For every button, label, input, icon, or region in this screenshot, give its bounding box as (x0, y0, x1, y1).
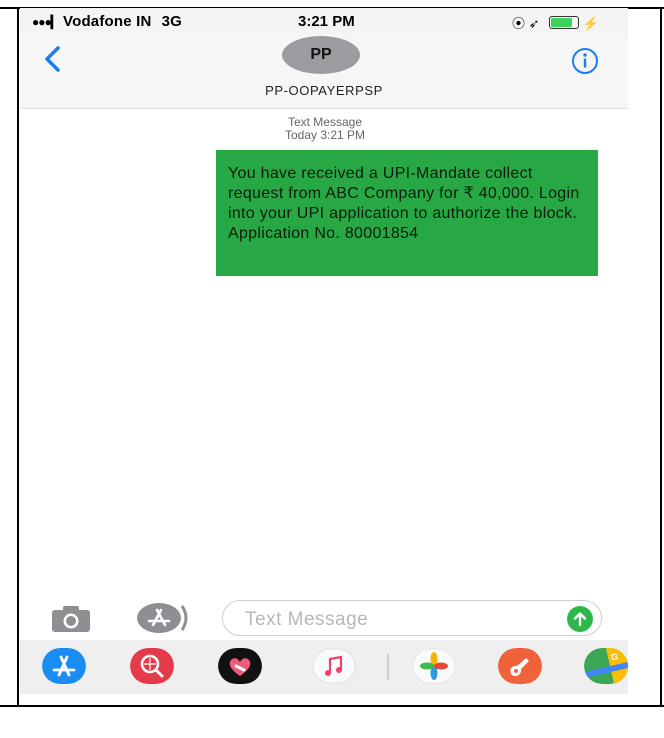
phone-screen: ●●●▎ Vodafone IN 3G 3:21 PM ⦿ ➶ ⚡ PP PP-OO… (20, 8, 628, 694)
message-bubble[interactable]: You have received a UPI-Mandate collect … (216, 150, 598, 276)
status-bar: ●●●▎ Vodafone IN 3G 3:21 PM ⦿ ➶ ⚡ (20, 8, 628, 34)
frame-left (17, 7, 19, 707)
photos-icon[interactable] (412, 648, 456, 684)
message-meta: Text Message Today 3:21 PM (260, 116, 390, 142)
message-input-placeholder: Text Message (245, 609, 369, 630)
search-images-icon[interactable] (130, 648, 174, 684)
frame-right (660, 7, 662, 707)
message-input[interactable]: Text Message (222, 600, 602, 636)
app-store-toggle-icon[interactable] (134, 602, 190, 634)
garageband-icon[interactable] (498, 648, 542, 684)
back-chevron-icon[interactable] (40, 44, 66, 74)
tray-divider (387, 654, 389, 680)
app-drawer: G (20, 640, 628, 694)
arrow-up-icon (573, 612, 587, 627)
digital-touch-icon[interactable] (218, 648, 262, 684)
signal-icon: ●●●▎ (32, 15, 60, 29)
music-icon[interactable] (312, 648, 356, 684)
battery-icon (549, 16, 580, 29)
location-lock-icon: ⦿ ➶ (512, 16, 540, 31)
status-time: 3:21 PM (298, 13, 355, 30)
conversation-header: PP PP-OOPAYERPSP (20, 34, 628, 109)
maps-icon[interactable]: G (584, 648, 628, 684)
camera-icon[interactable] (50, 604, 92, 634)
send-button[interactable] (567, 606, 593, 632)
message-timestamp: Today 3:21 PM (284, 128, 366, 142)
carrier-info: ●●●▎ Vodafone IN 3G (32, 13, 182, 30)
avatar[interactable]: PP (282, 36, 360, 74)
app-store-icon[interactable] (42, 648, 86, 684)
frame-divider (0, 705, 664, 707)
carrier-name: Vodafone IN (62, 13, 152, 30)
info-icon[interactable] (570, 46, 600, 76)
charging-icon: ⚡ (582, 16, 599, 31)
contact-name[interactable]: PP-OOPAYERPSP (20, 83, 628, 98)
svg-text:G: G (611, 652, 618, 662)
compose-bar: Text Message (20, 594, 628, 640)
status-right: ⦿ ➶ ⚡ (512, 13, 599, 32)
network-type: 3G (161, 13, 182, 30)
